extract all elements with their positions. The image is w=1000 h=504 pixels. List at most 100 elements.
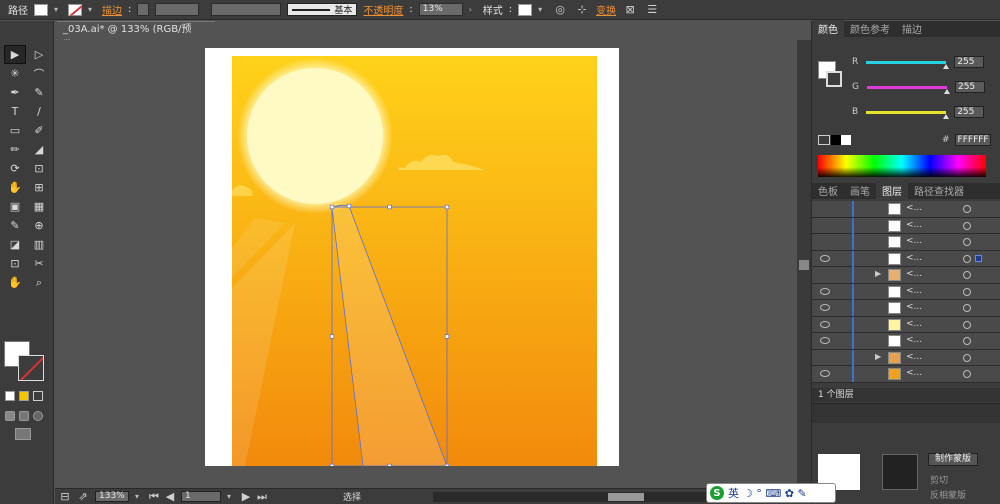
draw-behind-icon[interactable]	[19, 411, 29, 421]
tool-7-icon[interactable]: /	[28, 102, 50, 121]
panel-tab[interactable]: 图层	[876, 182, 908, 199]
target-icon[interactable]	[963, 221, 971, 230]
artboard-number-field[interactable]: 1	[181, 491, 221, 502]
target-icon[interactable]	[963, 254, 971, 263]
ime-icons[interactable]: ☽ ° ⌨ ✿ ✎	[743, 487, 807, 500]
expand-arrow-icon[interactable]: ▶	[875, 269, 881, 278]
fill-swatch[interactable]	[34, 3, 48, 16]
tool-1-icon[interactable]: ▷	[28, 45, 50, 64]
channel-value-field[interactable]: 255	[954, 56, 985, 68]
target-icon[interactable]	[963, 320, 971, 329]
slider-knob[interactable]	[943, 113, 950, 119]
layer-row[interactable]: <...	[812, 234, 1000, 251]
stroke-style-select[interactable]: 基本	[287, 3, 358, 16]
eye-icon[interactable]	[820, 254, 830, 262]
target-icon[interactable]	[963, 271, 971, 279]
mask-thumbnail[interactable]	[882, 454, 918, 490]
panel-tab[interactable]: 颜色	[812, 20, 844, 37]
artboard-nav-icon[interactable]: ⊟	[59, 490, 71, 504]
document-tab[interactable]: _03A.ai* @ 133% (RGB/预览)×	[57, 21, 215, 51]
tool-5-icon[interactable]: ✎	[28, 83, 50, 102]
stroke-weight-stepper[interactable]	[137, 3, 150, 16]
zoom-field[interactable]: 133%	[95, 491, 129, 502]
layer-name[interactable]: <...	[906, 236, 922, 246]
tool-19-icon[interactable]: ⊕	[28, 216, 50, 235]
selection-handle[interactable]	[444, 204, 450, 210]
stroke-swatch[interactable]	[68, 3, 82, 16]
align-icon[interactable]: ⊹	[574, 3, 590, 17]
tool-9-icon[interactable]: ✐	[28, 121, 50, 140]
layer-row[interactable]: <...	[812, 283, 1000, 300]
selection-handle[interactable]	[329, 463, 335, 469]
layer-name[interactable]: <...	[906, 319, 922, 329]
prev-artboard-icon[interactable]: ◀	[165, 490, 175, 504]
sogou-logo[interactable]: S	[710, 486, 724, 500]
channel-value-field[interactable]: 255	[954, 106, 985, 118]
color-mode-button[interactable]	[5, 391, 15, 401]
tool-23-icon[interactable]: ✂	[28, 254, 50, 273]
black-swatch[interactable]	[831, 135, 841, 145]
last-artboard-icon[interactable]: ⏭	[257, 490, 267, 504]
draw-inside-icon[interactable]	[33, 411, 43, 421]
slider-knob[interactable]	[943, 88, 950, 94]
selection-handle[interactable]	[444, 334, 450, 339]
selection-handle[interactable]	[329, 334, 335, 339]
artwork[interactable]	[205, 48, 619, 469]
tool-6-icon[interactable]: T	[4, 102, 26, 121]
none-swatch[interactable]	[818, 135, 830, 145]
tool-8-icon[interactable]: ▭	[4, 121, 26, 140]
chevron-down-icon[interactable]: ▾	[227, 491, 235, 503]
recolor-icon[interactable]: ◎	[552, 3, 568, 17]
panel-tab[interactable]: 描边	[896, 20, 928, 37]
hex-field[interactable]: FFFFFF	[954, 134, 991, 146]
tool-22-icon[interactable]: ⊡	[4, 254, 26, 273]
panel-tab[interactable]: 色板	[812, 182, 844, 199]
target-icon[interactable]	[963, 238, 971, 246]
chevron-right-icon[interactable]: ›	[469, 4, 477, 16]
layer-row[interactable]: <...	[812, 316, 1000, 333]
stroke-weight-field[interactable]	[155, 3, 200, 16]
layer-row[interactable]: <...	[812, 366, 1000, 383]
screen-mode-icon[interactable]	[15, 428, 31, 440]
vertical-scrollbar[interactable]	[797, 40, 811, 488]
eye-icon[interactable]	[820, 370, 830, 377]
first-artboard-icon[interactable]: ⏮	[149, 490, 159, 504]
panel-menu-icon[interactable]: ☰	[644, 3, 660, 17]
tool-2-icon[interactable]: ✳	[4, 64, 26, 83]
selection-handle[interactable]	[387, 463, 392, 469]
layer-name[interactable]: <...	[906, 302, 922, 312]
channel-slider[interactable]	[866, 110, 950, 119]
variable-width-profile[interactable]	[211, 3, 282, 16]
next-artboard-icon[interactable]: ▶	[241, 490, 251, 504]
gradient-mode-button[interactable]	[19, 391, 29, 401]
slider-knob[interactable]	[943, 63, 950, 69]
tool-11-icon[interactable]: ◢	[28, 140, 50, 159]
layer-name[interactable]: <...	[906, 368, 922, 378]
sun[interactable]	[247, 68, 383, 204]
tool-18-icon[interactable]: ✎	[4, 216, 26, 235]
draw-normal-icon[interactable]	[5, 411, 15, 421]
chevron-down-icon[interactable]: ▾	[135, 491, 143, 503]
opacity-label[interactable]: 不透明度	[363, 2, 403, 17]
selection-handle[interactable]	[346, 203, 352, 209]
tool-14-icon[interactable]: ✋	[4, 178, 26, 197]
clip-checkbox-label[interactable]: 剪切	[930, 473, 948, 486]
tool-20-icon[interactable]: ◪	[4, 235, 26, 254]
make-mask-button[interactable]: 制作蒙版	[928, 453, 978, 466]
selection-handle[interactable]	[444, 463, 450, 469]
isolate-icon[interactable]: ⊠	[622, 3, 638, 17]
scroll-thumb[interactable]	[799, 260, 809, 270]
tool-10-icon[interactable]: ✏	[4, 140, 26, 159]
layer-row[interactable]: <...	[812, 201, 1000, 218]
eye-icon[interactable]	[820, 320, 830, 328]
tool-13-icon[interactable]: ⊡	[28, 159, 50, 178]
graphic-style-swatch[interactable]	[518, 3, 533, 16]
tool-17-icon[interactable]: ▦	[28, 197, 50, 216]
share-icon[interactable]: ⇗	[77, 490, 89, 504]
target-icon[interactable]	[963, 304, 971, 312]
layer-row[interactable]: ▶ <...	[812, 267, 1000, 284]
target-icon[interactable]	[963, 353, 971, 362]
selection-handle[interactable]	[329, 204, 335, 210]
ime-toolbar[interactable]: S 英 ☽ ° ⌨ ✿ ✎	[706, 483, 836, 503]
tool-15-icon[interactable]: ⊞	[28, 178, 50, 197]
